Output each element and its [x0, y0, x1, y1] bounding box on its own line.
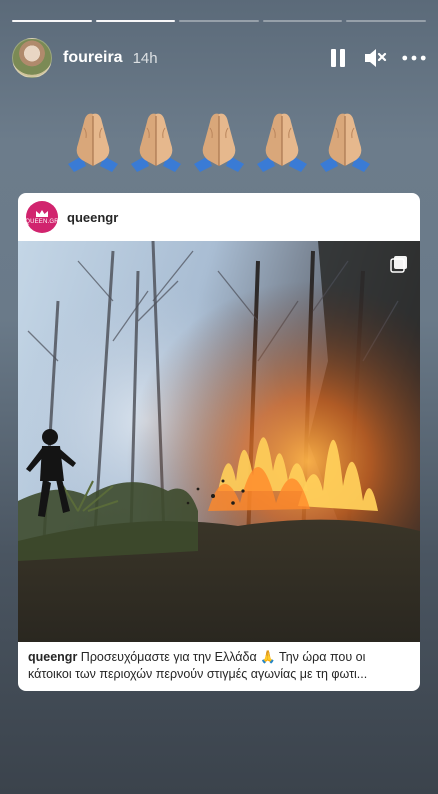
emoji-sticker-row [64, 108, 374, 177]
more-options-icon[interactable] [402, 46, 426, 70]
progress-segment [95, 20, 176, 22]
progress-segment [12, 20, 92, 22]
folded-hands-emoji [190, 108, 248, 177]
crown-icon [36, 210, 48, 217]
shared-post-avatar-logo-text: QUEEN.GR [25, 219, 59, 225]
story-timestamp: 14h [132, 49, 158, 67]
folded-hands-emoji [253, 108, 311, 177]
story-avatar[interactable] [12, 38, 52, 78]
shared-post-header: QUEEN.GR queengr [18, 193, 420, 241]
story-controls [326, 46, 426, 70]
shared-post-caption: queengr Προσευχόμαστε για την Ελλάδα 🙏 Τ… [28, 649, 410, 683]
shared-post-avatar[interactable]: QUEEN.GR [25, 201, 59, 233]
folded-hands-emoji [127, 108, 185, 177]
story-progress-bar [12, 20, 426, 22]
progress-segment [262, 20, 343, 22]
caption-text: Προσευχόμαστε για την Ελλάδα 🙏 Την ώρα π… [28, 650, 368, 681]
progress-segment [179, 20, 259, 22]
mute-icon[interactable] [364, 46, 388, 70]
folded-hands-emoji [316, 108, 374, 177]
shared-post-card[interactable]: QUEEN.GR queengr queengr Προσευχόμαστε γ… [18, 193, 420, 691]
story-header: foureira 14h [12, 37, 426, 79]
multiple-photos-icon [390, 255, 408, 273]
pause-icon[interactable] [326, 46, 350, 70]
story-username[interactable]: foureira [63, 49, 123, 67]
progress-segment [346, 20, 426, 22]
shared-post-username[interactable]: queengr [67, 210, 118, 225]
folded-hands-emoji [64, 108, 122, 177]
caption-username[interactable]: queengr [28, 650, 77, 664]
wildfire-photo [18, 241, 420, 642]
